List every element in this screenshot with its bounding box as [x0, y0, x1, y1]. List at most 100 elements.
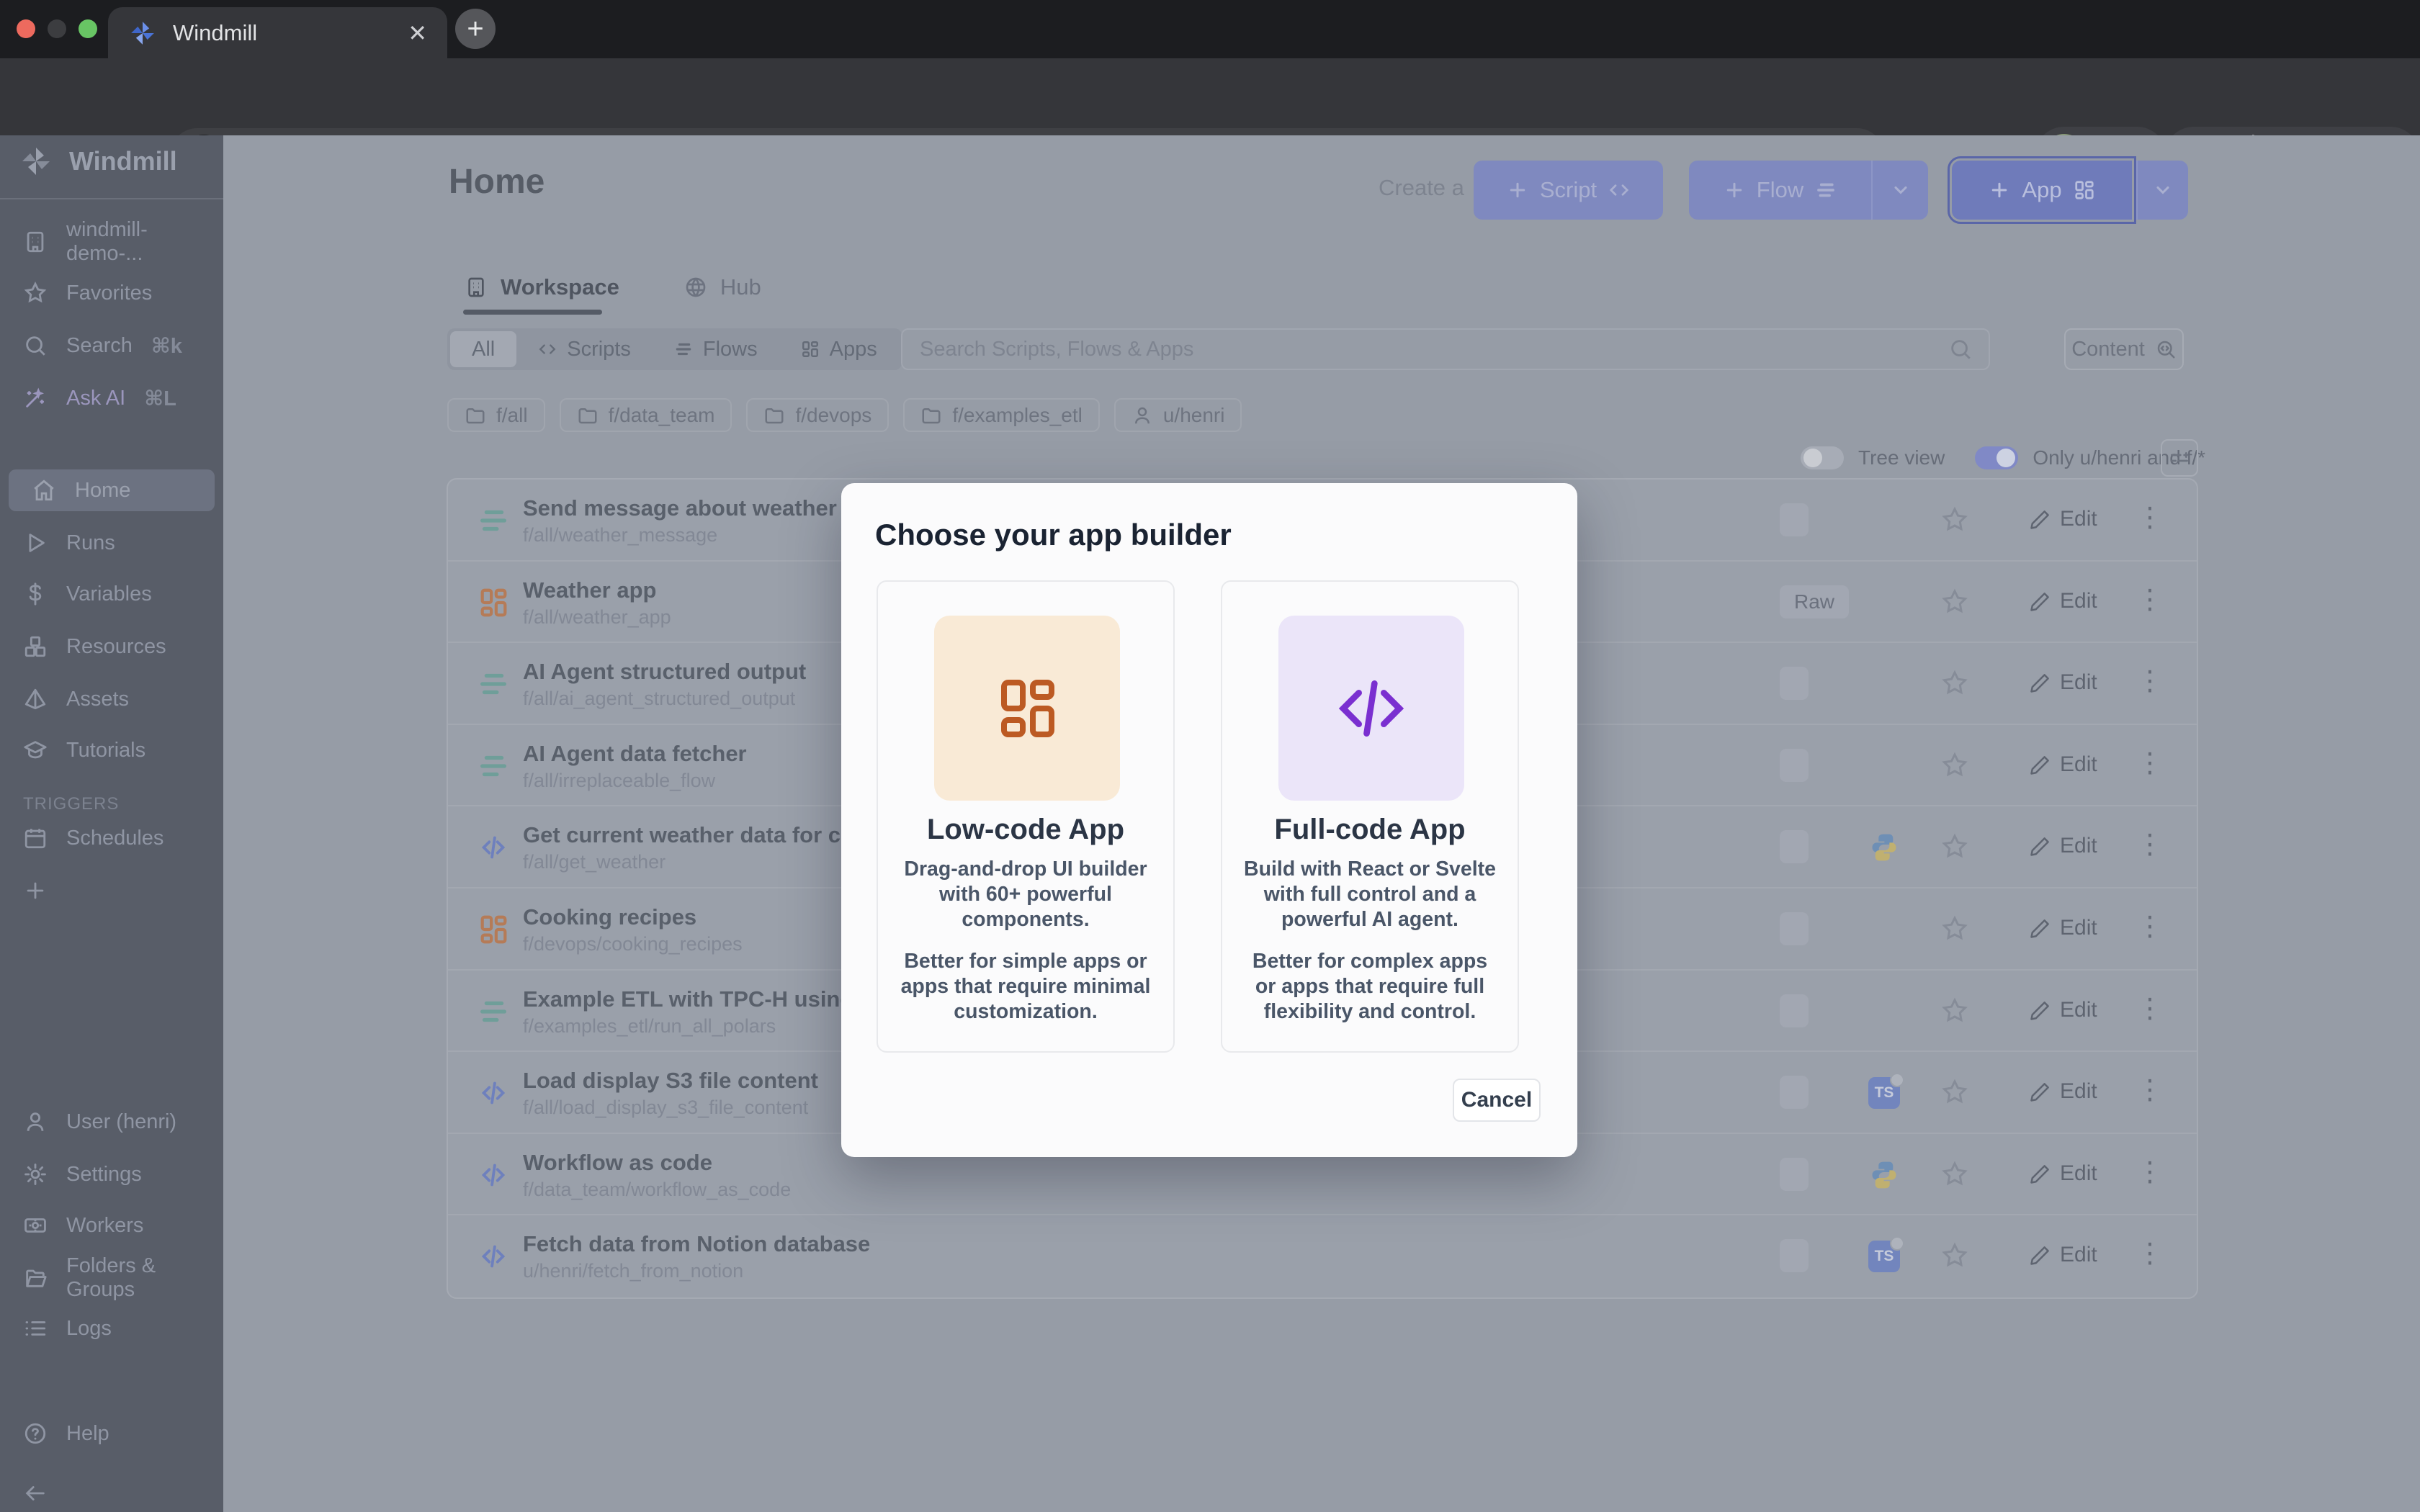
- sidebar-item-assets[interactable]: Assets: [0, 679, 223, 719]
- favorite-star-icon[interactable]: [1940, 588, 1969, 616]
- sidebar-item-workspace[interactable]: windmill-demo-...: [0, 222, 223, 262]
- sidebar-item-user[interactable]: User (henri): [0, 1102, 223, 1142]
- filter-apps[interactable]: Apps: [779, 331, 899, 367]
- sliders-icon: [2168, 446, 2191, 469]
- user-label: User (henri): [66, 1110, 176, 1134]
- create-flow-button[interactable]: Flow: [1689, 161, 1871, 220]
- sidebar-item-resources[interactable]: Resources: [0, 626, 223, 667]
- sidebar-item-help[interactable]: Help: [0, 1413, 223, 1454]
- item-menu-icon[interactable]: ⋮: [2136, 1156, 2164, 1188]
- sidebar-item-folders-groups[interactable]: Folders & Groups: [0, 1258, 223, 1298]
- favorite-star-icon[interactable]: [1940, 505, 1969, 534]
- item-title: Get current weather data for city: [523, 822, 866, 848]
- traffic-close-icon[interactable]: [17, 19, 35, 38]
- item-menu-icon[interactable]: ⋮: [2136, 583, 2164, 616]
- favorite-star-icon[interactable]: [1940, 1078, 1969, 1107]
- traffic-minimize-icon[interactable]: [48, 19, 66, 38]
- edit-button[interactable]: Edit: [2030, 1243, 2097, 1267]
- low-code-title: Low-code App: [878, 814, 1173, 846]
- list-item[interactable]: Fetch data from Notion database u/henri/…: [448, 1215, 2197, 1297]
- edit-button[interactable]: Edit: [2030, 507, 2097, 531]
- full-code-description: Build with React or Svelte with full con…: [1222, 857, 1518, 932]
- plus-icon: [1989, 179, 2010, 201]
- low-code-tile: [934, 616, 1120, 801]
- edit-button[interactable]: Edit: [2030, 998, 2097, 1022]
- sidebar-item-search[interactable]: Search ⌘k: [0, 325, 223, 366]
- create-script-button[interactable]: Script: [1474, 161, 1663, 220]
- tab-close-icon[interactable]: ✕: [408, 22, 427, 45]
- sidebar-item-settings[interactable]: Settings: [0, 1154, 223, 1194]
- search-input[interactable]: [918, 337, 1934, 362]
- tab-hub[interactable]: Hub: [684, 274, 761, 300]
- chip-label: f/devops: [795, 404, 871, 427]
- favorite-star-icon[interactable]: [1940, 914, 1969, 943]
- sidebar-brand[interactable]: Windmill: [19, 144, 177, 179]
- edit-button[interactable]: Edit: [2030, 916, 2097, 940]
- pencil-icon: [2030, 754, 2051, 775]
- item-menu-icon[interactable]: ⋮: [2136, 992, 2164, 1025]
- item-menu-icon[interactable]: ⋮: [2136, 665, 2164, 697]
- sidebar-item-favorites[interactable]: Favorites: [0, 273, 223, 313]
- owner-chip[interactable]: f/examples_etl: [903, 398, 1100, 432]
- favorite-star-icon[interactable]: [1940, 832, 1969, 861]
- sidebar-item-runs[interactable]: Runs: [0, 523, 223, 563]
- flow-dropdown-button[interactable]: [1871, 161, 1928, 220]
- edit-button[interactable]: Edit: [2030, 1079, 2097, 1104]
- folder-open-icon: [23, 1266, 48, 1290]
- list-settings-button[interactable]: [2161, 439, 2198, 477]
- sidebar-item-schedules[interactable]: Schedules: [0, 818, 223, 858]
- tree-view-toggle[interactable]: [1801, 446, 1844, 469]
- favorite-star-icon[interactable]: [1940, 1241, 1969, 1270]
- item-menu-icon[interactable]: ⋮: [2136, 828, 2164, 860]
- sidebar-item-variables[interactable]: Variables: [0, 574, 223, 614]
- variables-label: Variables: [66, 582, 152, 606]
- new-tab-button[interactable]: +: [455, 9, 496, 49]
- edit-button[interactable]: Edit: [2030, 752, 2097, 777]
- filter-all[interactable]: All: [450, 331, 516, 367]
- item-menu-icon[interactable]: ⋮: [2136, 501, 2164, 534]
- full-code-app-card[interactable]: Full-code App Build with React or Svelte…: [1221, 580, 1519, 1053]
- owner-chip[interactable]: f/all: [447, 398, 545, 432]
- sidebar-item-tutorials[interactable]: Tutorials: [0, 730, 223, 770]
- sidebar-collapse-button[interactable]: [0, 1473, 223, 1512]
- sidebar-item-ask-ai[interactable]: Ask AI ⌘L: [0, 378, 223, 418]
- favorite-star-icon[interactable]: [1940, 751, 1969, 780]
- content-search-button[interactable]: Content: [2064, 328, 2184, 370]
- low-code-app-card[interactable]: Low-code App Drag-and-drop UI builder wi…: [877, 580, 1175, 1053]
- filter-scripts[interactable]: Scripts: [516, 331, 653, 367]
- flow-bars-icon: [1815, 179, 1837, 201]
- full-code-tile: [1278, 616, 1464, 801]
- tab-workspace[interactable]: Workspace: [465, 274, 619, 300]
- language-icon: TS: [1868, 832, 1900, 863]
- traffic-zoom-icon[interactable]: [79, 19, 97, 38]
- filter-flows[interactable]: Flows: [653, 331, 779, 367]
- app-dropdown-button[interactable]: [2136, 161, 2188, 220]
- favorite-star-icon[interactable]: [1940, 669, 1969, 698]
- create-app-button[interactable]: App: [1952, 161, 2132, 220]
- filter-all-label: All: [472, 338, 495, 361]
- owner-chip[interactable]: f/data_team: [560, 398, 732, 432]
- plus-icon: [23, 878, 48, 903]
- sidebar-item-logs[interactable]: Logs: [0, 1308, 223, 1349]
- item-menu-icon[interactable]: ⋮: [2136, 1237, 2164, 1269]
- sidebar-item-workers[interactable]: Workers: [0, 1205, 223, 1246]
- cancel-button[interactable]: Cancel: [1453, 1079, 1541, 1122]
- pencil-icon: [2030, 835, 2051, 857]
- edit-button[interactable]: Edit: [2030, 589, 2097, 613]
- edit-button[interactable]: Edit: [2030, 834, 2097, 858]
- edit-button[interactable]: Edit: [2030, 670, 2097, 695]
- browser-tab[interactable]: Windmill ✕: [108, 7, 447, 58]
- owner-chip[interactable]: u/henri: [1114, 398, 1242, 432]
- favorite-star-icon[interactable]: [1940, 1160, 1969, 1189]
- item-menu-icon[interactable]: ⋮: [2136, 1074, 2164, 1106]
- only-filter-toggle[interactable]: [1975, 446, 2018, 469]
- sidebar-item-home[interactable]: Home: [9, 469, 215, 511]
- item-menu-icon[interactable]: ⋮: [2136, 910, 2164, 942]
- sidebar-add-trigger-button[interactable]: [0, 870, 223, 911]
- owner-chip[interactable]: f/devops: [746, 398, 889, 432]
- search-field[interactable]: [901, 328, 1990, 370]
- workers-label: Workers: [66, 1214, 143, 1238]
- favorite-star-icon[interactable]: [1940, 996, 1969, 1025]
- item-menu-icon[interactable]: ⋮: [2136, 747, 2164, 779]
- edit-button[interactable]: Edit: [2030, 1161, 2097, 1186]
